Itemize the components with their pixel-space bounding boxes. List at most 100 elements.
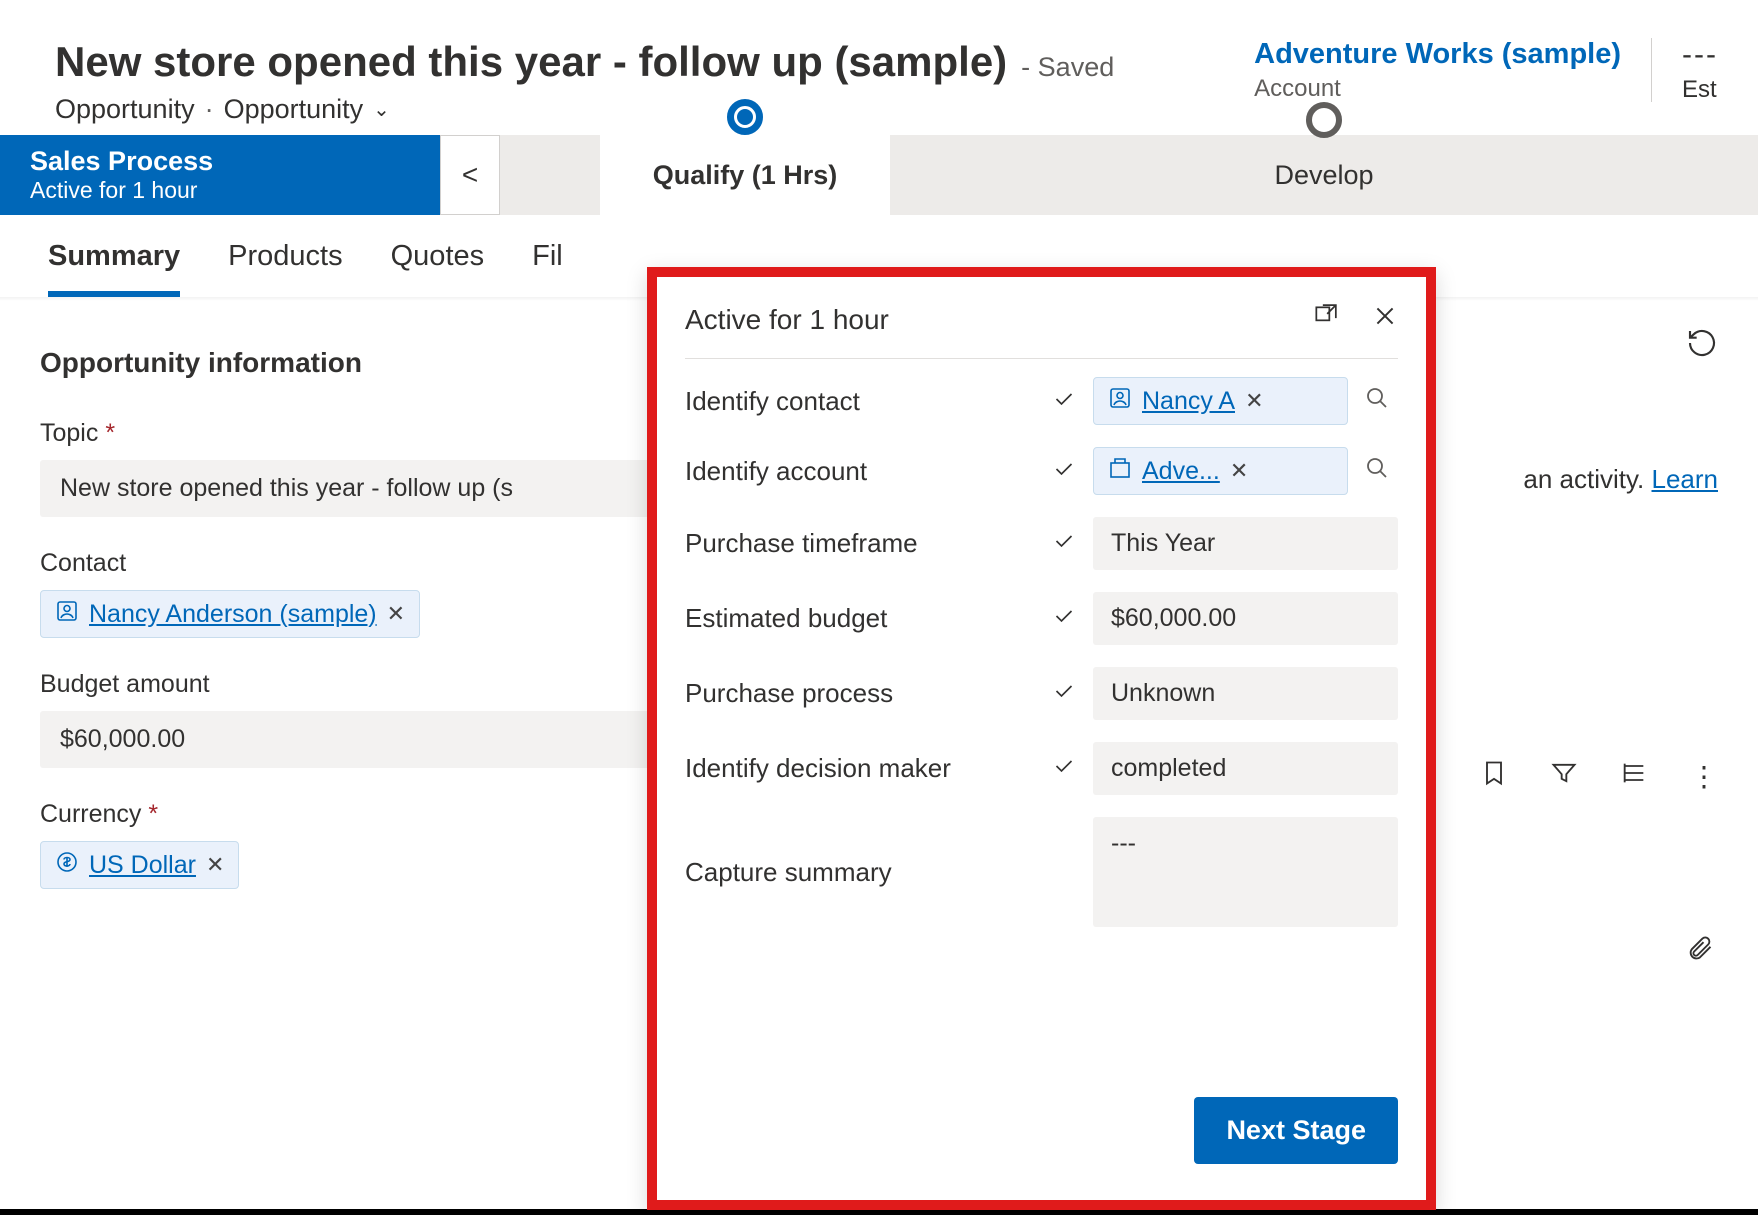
check-icon xyxy=(1047,460,1081,483)
check-icon xyxy=(1047,757,1081,780)
record-header: New store opened this year - follow up (… xyxy=(0,0,1758,135)
contact-link[interactable]: Nancy Anderson (sample) xyxy=(89,600,377,629)
flyout-label: Identify decision maker xyxy=(685,753,1035,784)
check-icon xyxy=(1047,607,1081,630)
save-status: - Saved xyxy=(1021,52,1114,83)
bookmark-icon[interactable] xyxy=(1480,759,1508,794)
form-selector[interactable]: Opportunity xyxy=(224,94,364,125)
timeline-hint: an activity. Learn xyxy=(1523,464,1718,495)
field-topic: Topic * New store opened this year - fol… xyxy=(40,419,660,517)
check-icon xyxy=(1047,532,1081,555)
flyout-row-timeframe: Purchase timeframe This Year xyxy=(685,517,1398,570)
flyout-label: Purchase timeframe xyxy=(685,528,1035,559)
currency-lookup-chip[interactable]: US Dollar ✕ xyxy=(40,841,239,889)
close-icon[interactable] xyxy=(1372,303,1398,336)
business-process-flow: Sales Process Active for 1 hour < Qualif… xyxy=(0,135,1758,215)
contact-icon xyxy=(1108,386,1132,416)
next-stage-button[interactable]: Next Stage xyxy=(1194,1097,1398,1164)
est-label: Est xyxy=(1682,76,1718,104)
bpf-process-duration: Active for 1 hour xyxy=(30,177,410,204)
flyout-label: Purchase process xyxy=(685,678,1035,709)
flyout-title: Active for 1 hour xyxy=(685,304,889,336)
currency-icon xyxy=(55,850,79,880)
currency-label: Currency xyxy=(40,800,141,828)
record-title: New store opened this year - follow up (… xyxy=(55,38,1007,86)
header-right: Adventure Works (sample) Account --- Est xyxy=(1254,38,1718,104)
contact-clear-icon[interactable]: ✕ xyxy=(387,601,405,627)
flyout-contact-link[interactable]: Nancy A xyxy=(1142,387,1235,416)
contact-label: Contact xyxy=(40,549,660,578)
flyout-summary-input[interactable]: --- xyxy=(1093,817,1398,927)
stage-flyout-highlight: Active for 1 hour Identify contact Nancy… xyxy=(647,267,1436,1210)
tab-files[interactable]: Fil xyxy=(532,240,563,297)
learn-link[interactable]: Learn xyxy=(1652,464,1719,494)
chevron-down-icon[interactable]: ⌄ xyxy=(373,97,390,122)
currency-clear-icon[interactable]: ✕ xyxy=(206,852,224,878)
clear-icon[interactable]: ✕ xyxy=(1245,388,1263,414)
flyout-contact-chip[interactable]: Nancy A ✕ xyxy=(1093,377,1348,425)
account-link[interactable]: Adventure Works (sample) xyxy=(1254,38,1621,71)
bpf-collapse-button[interactable]: < xyxy=(440,135,500,215)
tab-quotes[interactable]: Quotes xyxy=(391,240,485,297)
contact-lookup-chip[interactable]: Nancy Anderson (sample) ✕ xyxy=(40,590,420,638)
stage-develop[interactable]: Develop xyxy=(890,160,1758,191)
separator-dot: · xyxy=(205,94,214,125)
sort-icon[interactable] xyxy=(1620,759,1648,794)
flyout-process-input[interactable]: Unknown xyxy=(1093,667,1398,720)
timeline-toolbar: ⋮ xyxy=(1480,759,1718,794)
refresh-icon[interactable] xyxy=(1686,327,1718,367)
required-indicator: * xyxy=(105,419,115,447)
flyout-timeframe-input[interactable]: This Year xyxy=(1093,517,1398,570)
check-icon xyxy=(1047,390,1081,413)
stage-inactive-indicator-icon xyxy=(1306,102,1342,138)
account-icon xyxy=(1108,456,1132,486)
flyout-label: Capture summary xyxy=(685,857,1035,888)
field-currency: Currency * US Dollar ✕ xyxy=(40,800,660,889)
flyout-label: Estimated budget xyxy=(685,603,1035,634)
budget-label: Budget amount xyxy=(40,670,660,699)
tab-summary[interactable]: Summary xyxy=(48,240,180,297)
currency-link[interactable]: US Dollar xyxy=(89,851,196,880)
flyout-row-contact: Identify contact Nancy A ✕ xyxy=(685,377,1398,425)
flyout-row-summary: Capture summary --- xyxy=(685,817,1398,927)
bpf-process-label[interactable]: Sales Process Active for 1 hour xyxy=(0,135,440,215)
flyout-row-decision-maker: Identify decision maker completed xyxy=(685,742,1398,795)
header-left: New store opened this year - follow up (… xyxy=(55,38,1114,125)
flyout-account-link[interactable]: Adve... xyxy=(1142,457,1220,486)
stage-active-indicator-icon xyxy=(727,99,763,135)
clear-icon[interactable]: ✕ xyxy=(1230,458,1248,484)
contact-icon xyxy=(55,599,79,629)
topic-label: Topic xyxy=(40,419,98,447)
budget-input[interactable]: $60,000.00 xyxy=(40,711,660,768)
topic-input[interactable]: New store opened this year - follow up (… xyxy=(40,460,660,517)
field-contact: Contact Nancy Anderson (sample) ✕ xyxy=(40,549,660,638)
entity-name: Opportunity xyxy=(55,94,195,125)
section-title: Opportunity information xyxy=(40,347,660,379)
stage-flyout: Active for 1 hour Identify contact Nancy… xyxy=(657,277,1426,975)
account-field-label: Account xyxy=(1254,75,1621,103)
flyout-decision-input[interactable]: completed xyxy=(1093,742,1398,795)
flyout-account-chip[interactable]: Adve... ✕ xyxy=(1093,447,1348,495)
flyout-row-budget: Estimated budget $60,000.00 xyxy=(685,592,1398,645)
field-budget: Budget amount $60,000.00 xyxy=(40,670,660,768)
flyout-budget-input[interactable]: $60,000.00 xyxy=(1093,592,1398,645)
required-indicator: * xyxy=(148,800,158,828)
vertical-divider xyxy=(1651,38,1652,102)
attach-icon[interactable] xyxy=(1686,931,1714,974)
flyout-label: Identify account xyxy=(685,456,1035,487)
flyout-label: Identify contact xyxy=(685,386,1035,417)
stage-develop-label: Develop xyxy=(1274,160,1373,190)
more-icon[interactable]: ⋮ xyxy=(1690,760,1718,793)
header-overflow[interactable]: --- xyxy=(1682,38,1718,72)
popout-icon[interactable] xyxy=(1312,303,1338,336)
check-icon xyxy=(1047,682,1081,705)
search-icon[interactable] xyxy=(1356,386,1398,416)
stage-qualify-label: Qualify (1 Hrs) xyxy=(653,160,838,191)
hint-text: an activity. xyxy=(1523,464,1651,494)
tab-products[interactable]: Products xyxy=(228,240,342,297)
search-icon[interactable] xyxy=(1356,456,1398,486)
stage-qualify[interactable]: Qualify (1 Hrs) xyxy=(600,135,890,215)
filter-icon[interactable] xyxy=(1550,759,1578,794)
opportunity-info-section: Opportunity information Topic * New stor… xyxy=(40,327,660,921)
bpf-process-name: Sales Process xyxy=(30,146,410,177)
